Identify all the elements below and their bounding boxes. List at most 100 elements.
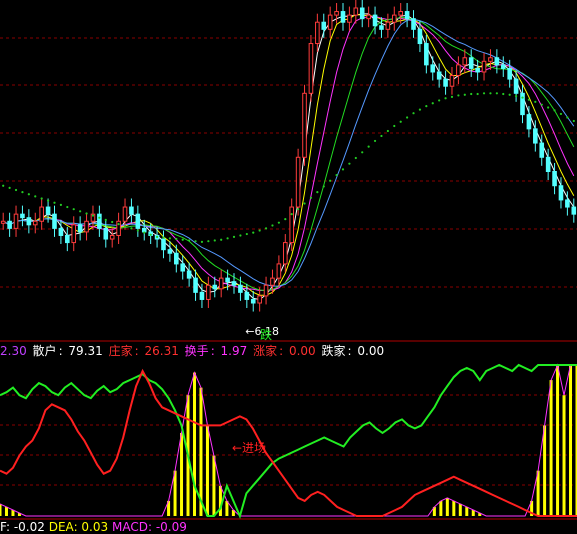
candle-body xyxy=(277,264,281,278)
candle-body xyxy=(59,228,63,235)
candle-body xyxy=(412,19,416,30)
ma-long-dot xyxy=(348,163,350,165)
macd-value-2: -0.09 xyxy=(156,520,187,534)
candle-body xyxy=(534,129,538,143)
turnover-bar xyxy=(206,425,209,516)
turnover-bar xyxy=(569,365,572,516)
candle-body xyxy=(98,214,102,228)
ma-long-dot xyxy=(502,93,504,95)
candle-body xyxy=(245,292,249,299)
ma-long-dot xyxy=(489,92,491,94)
ma-long-dot xyxy=(477,93,479,95)
candle-body xyxy=(226,278,230,282)
candle-body xyxy=(348,15,352,22)
candle-body xyxy=(540,143,544,157)
candle-body xyxy=(14,214,18,228)
candle-body xyxy=(399,12,403,16)
candle-body xyxy=(27,218,31,225)
candle-body xyxy=(200,292,204,299)
candle-body xyxy=(123,207,127,221)
ma-long-dot xyxy=(284,218,286,220)
ma-long-dot xyxy=(521,96,523,98)
ma-long-dot xyxy=(342,168,344,170)
candle-body xyxy=(418,29,422,43)
ma-long-dot xyxy=(111,221,113,223)
ma-long-dot xyxy=(368,146,370,148)
ma-long-dot xyxy=(310,197,312,199)
candle-body xyxy=(251,299,255,303)
candle-body xyxy=(239,285,243,292)
candle-body xyxy=(341,12,345,23)
ma-line-5 xyxy=(3,14,574,295)
candle-body xyxy=(187,271,191,278)
candle-body xyxy=(296,157,300,207)
ma-long-dot xyxy=(47,200,49,202)
ma-long-dot xyxy=(278,222,280,224)
ma-long-dot xyxy=(265,227,267,229)
ma-long-dot xyxy=(271,224,273,226)
candle-body xyxy=(72,225,76,243)
legend-value-0: 2.30 xyxy=(0,344,27,358)
legend-name-3: 换手 xyxy=(185,344,209,358)
ma-long-dot xyxy=(457,94,459,96)
ma-long-dot xyxy=(79,210,81,212)
candle-body xyxy=(431,65,435,72)
candle-body xyxy=(194,278,198,292)
ma-long-dot xyxy=(547,106,549,108)
candle-body xyxy=(335,12,339,16)
turnover-bar xyxy=(219,486,222,516)
ma-long-dot xyxy=(393,125,395,127)
candle-body xyxy=(40,207,44,221)
macd-legend: F: -0.02 DEA: 0.03 MACD: -0.09 xyxy=(0,521,577,533)
ma-long-dot xyxy=(124,225,126,227)
candle-body xyxy=(444,79,448,86)
ma-line-3 xyxy=(3,14,574,300)
candle-body xyxy=(566,200,570,207)
ma-long-dot xyxy=(53,202,55,204)
candle-body xyxy=(328,15,332,29)
ma-long-dot xyxy=(464,94,466,96)
ma-long-dot xyxy=(66,206,68,208)
legend-name-5: 跌家 xyxy=(322,344,346,358)
candle-body xyxy=(367,15,371,19)
ma-long-dot xyxy=(2,185,4,187)
candle-body xyxy=(546,157,550,171)
candle-body xyxy=(53,214,57,228)
ma-long-dot xyxy=(92,214,94,216)
ma-long-dot xyxy=(444,97,446,99)
candle-body xyxy=(360,8,364,19)
ma-long-dot xyxy=(169,237,171,239)
candle-body xyxy=(258,296,262,303)
candle-body xyxy=(46,207,50,214)
candle-body xyxy=(553,172,557,186)
ma-long-dot xyxy=(207,240,209,242)
turnover-bar xyxy=(550,380,553,516)
candle-body xyxy=(175,253,179,264)
ma-long-dot xyxy=(162,237,164,239)
candle-body xyxy=(514,79,518,93)
ma-long-dot xyxy=(105,219,107,221)
turnover-bar xyxy=(446,498,449,516)
turnover-bar xyxy=(439,501,442,516)
legend-value-3: 1.97 xyxy=(221,344,248,358)
ma-long-dot xyxy=(528,99,530,101)
candle-body xyxy=(1,221,5,223)
entry-label: ←进场 xyxy=(232,441,266,455)
candle-body xyxy=(489,58,493,62)
ma-long-dot xyxy=(297,208,299,210)
ma-long-dot xyxy=(560,113,562,115)
ma-long-dot xyxy=(34,195,36,197)
ma-long-dot xyxy=(406,116,408,118)
turnover-bar xyxy=(212,456,215,516)
candle-body xyxy=(168,250,172,254)
ma-long-dot xyxy=(156,236,158,238)
ma-long-dot xyxy=(233,236,235,238)
candle-body xyxy=(303,93,307,157)
candle-body xyxy=(501,65,505,69)
ma-long-dot xyxy=(21,191,23,193)
legend-value-1: 79.31 xyxy=(68,344,102,358)
stock-chart: ←6.18跌←进场 xyxy=(0,0,577,533)
candle-body xyxy=(104,228,108,239)
candle-body xyxy=(380,26,384,30)
candle-body xyxy=(457,65,461,76)
